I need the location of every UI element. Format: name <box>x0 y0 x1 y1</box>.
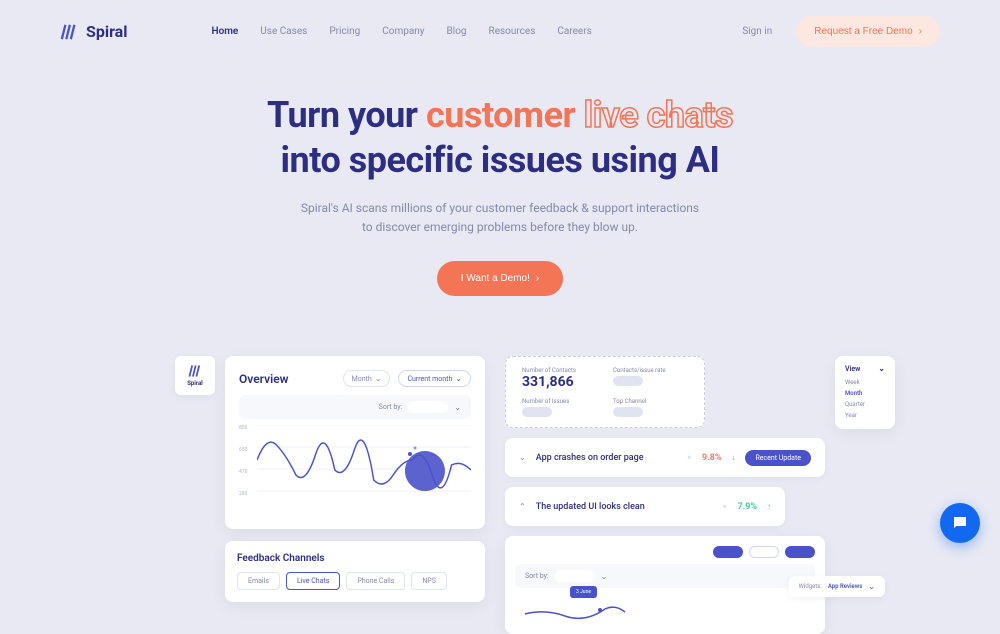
header: Spiral Home Use Cases Pricing Company Bl… <box>0 0 1000 63</box>
view-month[interactable]: Month <box>845 388 885 399</box>
request-demo-label: Request a Free Demo <box>814 26 912 37</box>
nav-careers[interactable]: Careers <box>557 26 591 37</box>
stats-card: Number of Contacts 331,866 Contacts/issu… <box>505 356 705 428</box>
chat-icon <box>951 514 969 532</box>
request-demo-button[interactable]: Request a Free Demo <box>796 16 940 47</box>
view-dropdown-card: View Week Month Quarter Year <box>835 356 895 429</box>
chat-button[interactable] <box>940 503 980 543</box>
chevron-down-icon <box>878 364 885 373</box>
view-quarter[interactable]: Quarter <box>845 399 885 410</box>
widgets-selector[interactable]: Widgets: App Reviews <box>789 576 885 597</box>
channel-tab-phone[interactable]: Phone Calls <box>346 572 405 590</box>
hero-section: Turn your customer live chats into speci… <box>0 63 1000 316</box>
overview-card: Overview Month Current month Sort by: <box>225 356 485 529</box>
chevron-up-icon: ⌃ <box>519 502 526 511</box>
hero-cta-label: I Want a Demo! <box>461 273 530 284</box>
sort-dropdown[interactable] <box>408 401 448 413</box>
nav-resources[interactable]: Resources <box>489 26 536 37</box>
nav-company[interactable]: Company <box>382 26 424 37</box>
sort-row: Sort by: <box>239 395 471 419</box>
overview-title: Overview <box>239 372 335 386</box>
signin-link[interactable]: Sign in <box>742 26 772 37</box>
range-dropdown[interactable]: Current month <box>398 370 471 387</box>
channel-tab-emails[interactable]: Emails <box>237 572 280 590</box>
hero-cta-button[interactable]: I Want a Demo! <box>437 261 563 296</box>
spiral-logo-icon <box>60 23 78 41</box>
view-year[interactable]: Year <box>845 410 885 421</box>
chevron-down-icon <box>868 582 875 591</box>
chevron-down-icon <box>454 403 461 412</box>
channel-tab-livechats[interactable]: Live Chats <box>286 572 340 590</box>
nav-pricing[interactable]: Pricing <box>329 26 360 37</box>
chart-tooltip: 3 June <box>570 586 597 598</box>
chevron-down-icon <box>601 572 608 581</box>
period-dropdown[interactable]: Month <box>343 370 391 387</box>
contacts-value: 331,866 <box>522 374 597 390</box>
chevron-right-icon <box>919 26 922 37</box>
arrow-up-icon: ↑ <box>767 502 771 511</box>
feedback-channels-card: Feedback Channels Emails Live Chats Phon… <box>225 541 485 602</box>
nav-home[interactable]: Home <box>211 26 238 37</box>
chevron-down-icon <box>455 374 462 383</box>
chevron-down-icon <box>519 453 526 462</box>
nav-blog[interactable]: Blog <box>447 26 467 37</box>
issue-row-crashes[interactable]: App crashes on order page • 9.8% ↓ Recen… <box>505 438 825 477</box>
view-week[interactable]: Week <box>845 377 885 388</box>
main-nav: Home Use Cases Pricing Company Blog Reso… <box>211 26 718 37</box>
chevron-right-icon <box>536 273 539 284</box>
sort-dropdown-detail[interactable] <box>555 570 595 582</box>
channel-tab-nps[interactable]: NPS <box>411 572 447 590</box>
decorative-circle <box>400 446 450 496</box>
logo-text: Spiral <box>86 22 127 41</box>
nav-use-cases[interactable]: Use Cases <box>260 26 307 37</box>
dashboard-preview: Spiral Overview Month Current month Sort… <box>0 316 1000 634</box>
pill-3[interactable] <box>785 546 815 558</box>
chevron-down-icon <box>375 374 382 383</box>
pill-1[interactable] <box>713 546 743 558</box>
spiral-logo-icon <box>188 364 202 378</box>
logo[interactable]: Spiral <box>60 22 127 41</box>
recent-update-badge: Recent Update <box>745 450 811 466</box>
issue-row-ui[interactable]: ⌃ The updated UI looks clean • 7.9% ↑ <box>505 487 785 526</box>
detail-card: Sort by: 3 June Widgets: App Reviews <box>505 536 825 634</box>
dashboard-right-column: Number of Contacts 331,866 Contacts/issu… <box>505 356 825 634</box>
pill-2[interactable] <box>749 546 779 558</box>
hero-subtitle: Spiral's AI scans millions of your custo… <box>20 199 980 237</box>
hero-title: Turn your customer live chats into speci… <box>20 93 980 183</box>
arrow-down-icon: ↓ <box>731 453 735 462</box>
mini-logo-card: Spiral <box>175 356 215 395</box>
